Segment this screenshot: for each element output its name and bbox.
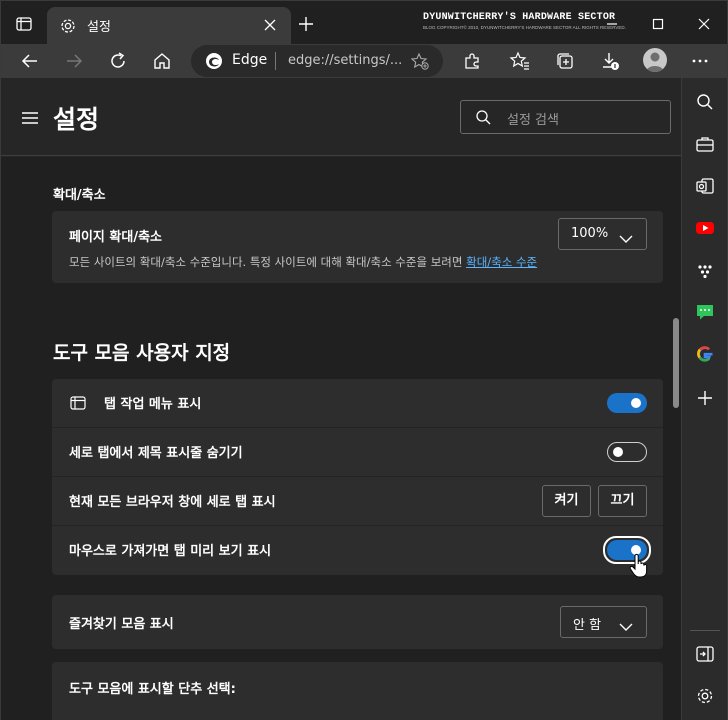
- toolbar-buttons-label: 도구 모음에 표시할 단추 선택:: [69, 682, 236, 697]
- toggle-knob: [613, 447, 623, 457]
- title-bar: 설정 DYUNWITCHERRY'S HARDWARE SECTOR BLOG …: [0, 0, 728, 45]
- gear-icon: [59, 17, 77, 35]
- favorites-icon[interactable]: [509, 50, 531, 72]
- google-icon[interactable]: [695, 344, 715, 364]
- add-favorite-icon[interactable]: [410, 52, 429, 70]
- url-text[interactable]: edge://settings/...: [288, 53, 402, 68]
- tab-title: 설정: [87, 20, 111, 35]
- downloads-icon[interactable]: [599, 50, 621, 72]
- zoom-card: 페이지 확대/축소 100% 모든 사이트의 확대/축소 수준입니다. 특정 사…: [52, 211, 663, 283]
- tab-actions-icon[interactable]: [15, 15, 33, 33]
- close-icon[interactable]: [261, 16, 279, 34]
- address-bar[interactable]: Edge edge://settings/...: [191, 45, 443, 77]
- favorites-bar-dropdown[interactable]: 안 함: [560, 606, 647, 638]
- maximize-icon[interactable]: [649, 15, 667, 33]
- hide-sidebar-icon[interactable]: [695, 644, 715, 664]
- row-label-tab-actions: 탭 작업 메뉴 표시: [104, 397, 202, 412]
- toggle-knob: [631, 398, 641, 408]
- row-label-tab-preview: 마우스로 가져가면 탭 미리 보기 표시: [69, 544, 272, 559]
- favorites-bar-label: 즐겨찾기 모음 표시: [69, 617, 174, 632]
- page-title: 설정: [53, 105, 100, 134]
- row-tab-preview: 마우스로 가져가면 탭 미리 보기 표시: [52, 525, 663, 573]
- hamburger-icon[interactable]: [21, 110, 39, 124]
- shopping-icon[interactable]: [695, 134, 715, 154]
- apps-icon[interactable]: [695, 260, 715, 280]
- toolbar-buttons-card: 도구 모음에 표시할 단추 선택:: [52, 662, 663, 720]
- chevron-down-icon: [619, 229, 633, 243]
- hide-titlebar-toggle[interactable]: [607, 442, 647, 462]
- close-window-icon[interactable]: [695, 15, 713, 33]
- settings-content: 확대/축소 페이지 확대/축소 100% 모든 사이트의 확대/축소 수준입니다…: [1, 157, 681, 720]
- site-label: Edge: [232, 52, 268, 68]
- tab-settings[interactable]: 설정: [47, 7, 291, 45]
- address-separator: [275, 52, 276, 70]
- chevron-down-icon: [619, 617, 633, 631]
- edge-sidebar: [681, 78, 728, 720]
- chat-icon[interactable]: [695, 302, 715, 322]
- toolbar-section-heading: 도구 모음 사용자 지정: [53, 342, 231, 364]
- tab-icon: [70, 395, 86, 410]
- row-label-vertical-tabs: 현재 모든 브라우저 창에 세로 탭 표시: [69, 495, 276, 510]
- watermark: DYUNWITCHERRY'S HARDWARE SECTOR BLOG COP…: [423, 12, 626, 30]
- sidebar-settings-icon[interactable]: [695, 686, 715, 706]
- vertical-tabs-on-button[interactable]: 켜기: [542, 485, 591, 517]
- edge-icon: [205, 52, 223, 70]
- collections-icon[interactable]: [554, 50, 576, 72]
- profile-icon[interactable]: [643, 48, 667, 72]
- more-icon[interactable]: [689, 50, 711, 72]
- forward-icon[interactable]: [63, 50, 85, 72]
- zoom-section-label: 확대/축소: [53, 188, 106, 203]
- zoom-value: 100%: [571, 226, 609, 241]
- youtube-icon[interactable]: [695, 218, 715, 238]
- favorites-bar-value: 안 함: [573, 618, 602, 633]
- zoom-description: 모든 사이트의 확대/축소 수준입니다. 특정 사이트에 대해 확대/축소 수준…: [69, 254, 537, 270]
- zoom-levels-link[interactable]: 확대/축소 수준: [466, 255, 537, 269]
- hand-cursor-icon: [629, 553, 649, 579]
- row-hide-titlebar: 세로 탭에서 제목 표시줄 숨기기: [52, 427, 663, 475]
- tab-actions-toggle[interactable]: [607, 393, 647, 413]
- row-vertical-tabs: 현재 모든 브라우저 창에 세로 탭 표시 켜기 끄기: [52, 476, 663, 524]
- settings-page: 설정 설정 검색 확대/축소 페이지 확대/축소 100% 모든 사이트의 확대…: [0, 78, 681, 720]
- plus-icon[interactable]: [695, 388, 715, 408]
- watermark-subtitle: BLOG COPYRIGHT© 2010, DYUNWITCHERRY'S HA…: [423, 25, 626, 30]
- vertical-tabs-off-button[interactable]: 끄기: [598, 485, 647, 517]
- plus-icon[interactable]: [297, 15, 315, 33]
- page-header: 설정 설정 검색: [1, 78, 681, 156]
- row-tab-actions: 탭 작업 메뉴 표시: [52, 379, 663, 427]
- zoom-description-text: 모든 사이트의 확대/축소 수준입니다. 특정 사이트에 대해 확대/축소 수준…: [69, 255, 463, 269]
- scrollbar-thumb[interactable]: [673, 318, 679, 408]
- search-icon[interactable]: [695, 92, 715, 112]
- zoom-dropdown[interactable]: 100%: [558, 218, 647, 250]
- search-icon: [475, 109, 491, 125]
- refresh-icon[interactable]: [107, 50, 129, 72]
- row-label-hide-titlebar: 세로 탭에서 제목 표시줄 숨기기: [69, 446, 243, 461]
- zoom-row-label: 페이지 확대/축소: [69, 230, 162, 245]
- search-placeholder: 설정 검색: [507, 113, 559, 128]
- sidebar-divider: [690, 630, 720, 631]
- settings-search-input[interactable]: 설정 검색: [460, 100, 671, 134]
- favorites-bar-card: 즐겨찾기 모음 표시 안 함: [52, 595, 663, 649]
- back-icon[interactable]: [19, 50, 41, 72]
- browser-toolbar: Edge edge://settings/...: [0, 44, 728, 78]
- home-icon[interactable]: [151, 50, 173, 72]
- outlook-icon[interactable]: [695, 176, 715, 196]
- minimize-icon[interactable]: [603, 15, 621, 33]
- toolbar-card: 탭 작업 메뉴 표시 세로 탭에서 제목 표시줄 숨기기 현재 모든 브라우저 …: [52, 379, 663, 575]
- extensions-icon[interactable]: [461, 50, 483, 72]
- watermark-title: DYUNWITCHERRY'S HARDWARE SECTOR: [423, 12, 616, 23]
